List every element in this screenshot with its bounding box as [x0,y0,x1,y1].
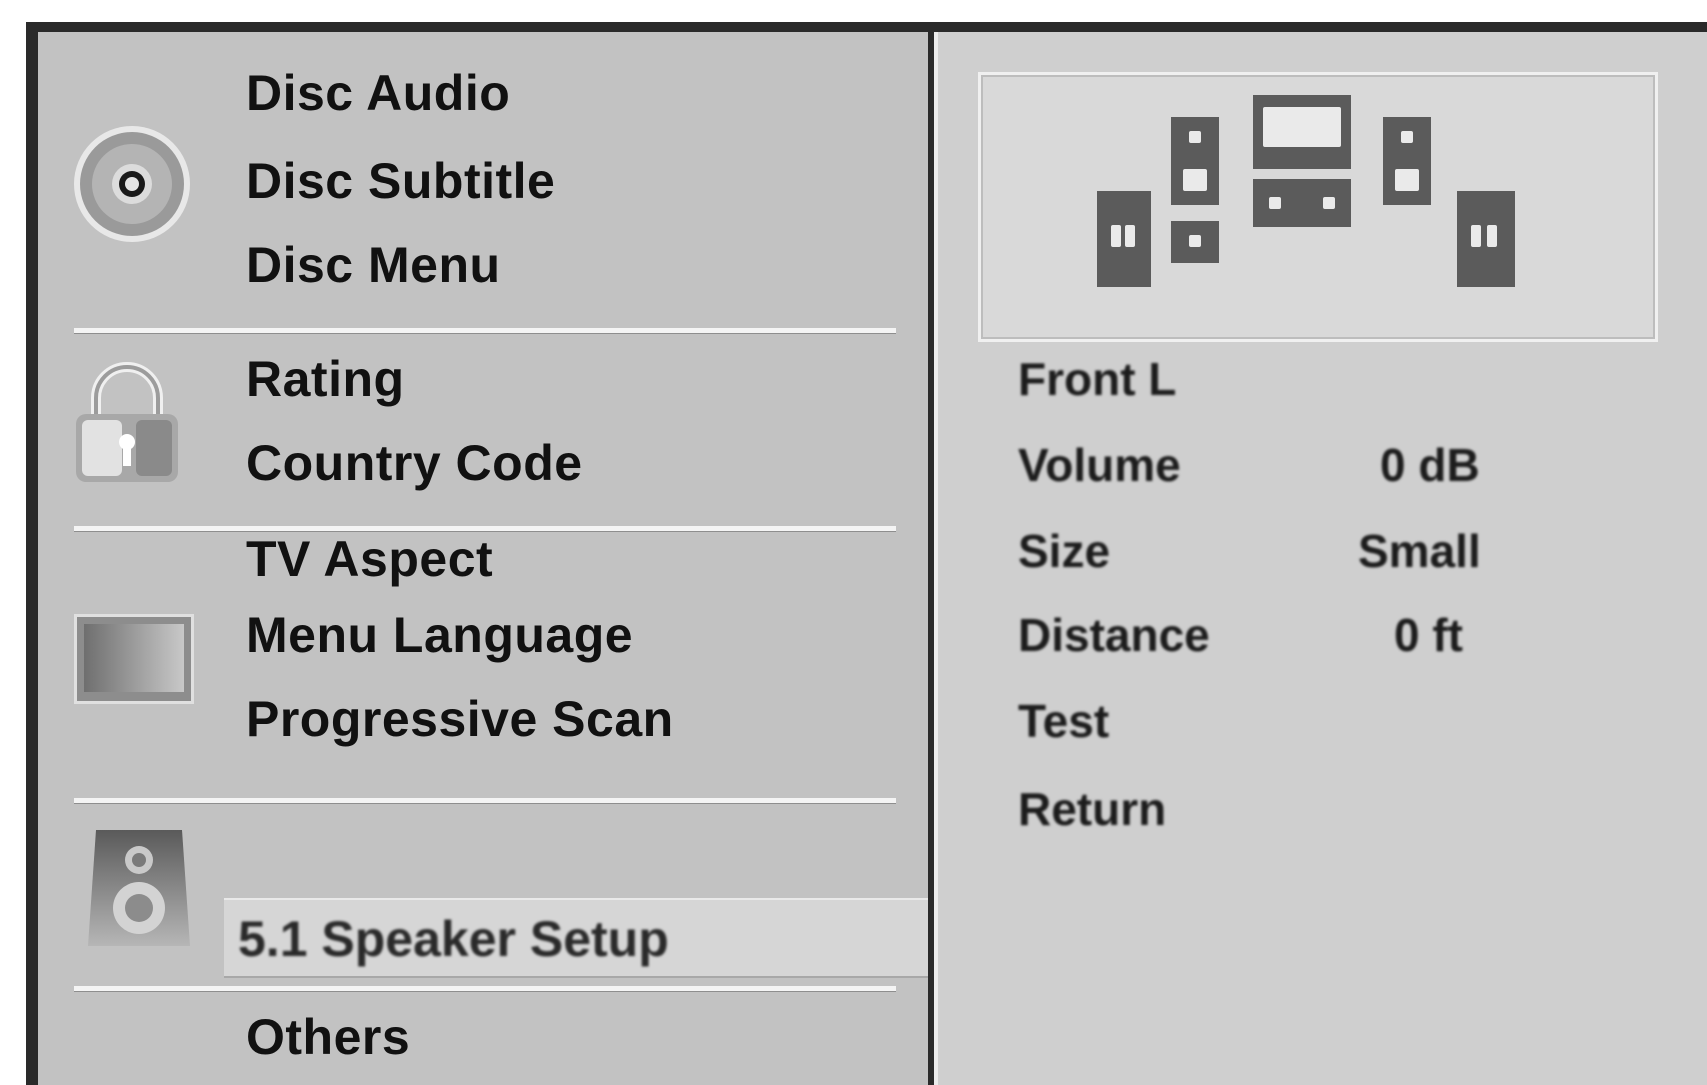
setting-size-label[interactable]: Size [1018,524,1110,578]
selected-speaker-label: Front L [1018,353,1177,405]
setup-menu: Disc Audio Disc Subtitle Disc Menu Ratin… [38,32,928,1085]
menu-item-label: 5.1 Speaker Setup [238,911,669,967]
speaker-front-left[interactable] [1097,191,1151,287]
menu-item-others[interactable]: Others [246,1008,410,1066]
speaker-subwoofer-left[interactable] [1171,221,1219,263]
setting-distance-value[interactable]: 0 ft [1394,608,1463,662]
setting-volume-value[interactable]: 0 dB [1380,438,1480,492]
group-divider [74,328,896,333]
speaker-layout-diagram [978,72,1658,342]
menu-item-rating[interactable]: Rating [246,350,405,408]
menu-item-disc-subtitle[interactable]: Disc Subtitle [246,152,555,210]
speaker-setup-panel: Front L Volume 0 dB Size Small Distance … [934,32,1707,1085]
setting-distance-label[interactable]: Distance [1018,608,1210,662]
tv-icon [74,614,194,709]
menu-item-menu-language[interactable]: Menu Language [246,606,633,664]
group-divider [74,798,896,803]
menu-item-disc-menu[interactable]: Disc Menu [246,236,501,294]
disc-icon [72,124,192,249]
setting-test-button[interactable]: Test [1018,694,1109,748]
setting-size-value[interactable]: Small [1358,524,1481,578]
menu-item-5-1-speaker-setup[interactable]: 5.1 Speaker Setup [224,898,928,978]
setting-return-button[interactable]: Return [1018,782,1166,836]
speaker-surround-left[interactable] [1171,117,1219,205]
setting-volume-label[interactable]: Volume [1018,438,1181,492]
lock-icon [72,358,182,493]
menu-item-progressive-scan[interactable]: Progressive Scan [246,690,674,748]
group-divider [74,986,896,991]
menu-item-disc-audio[interactable]: Disc Audio [246,64,510,122]
menu-item-country-code[interactable]: Country Code [246,434,583,492]
speaker-tv-center [1253,95,1351,169]
speaker-center[interactable] [1253,179,1351,227]
speaker-surround-right[interactable] [1383,117,1431,205]
menu-item-tv-aspect[interactable]: TV Aspect [246,530,493,588]
speaker-front-right[interactable] [1457,191,1515,287]
speaker-icon [86,830,192,951]
